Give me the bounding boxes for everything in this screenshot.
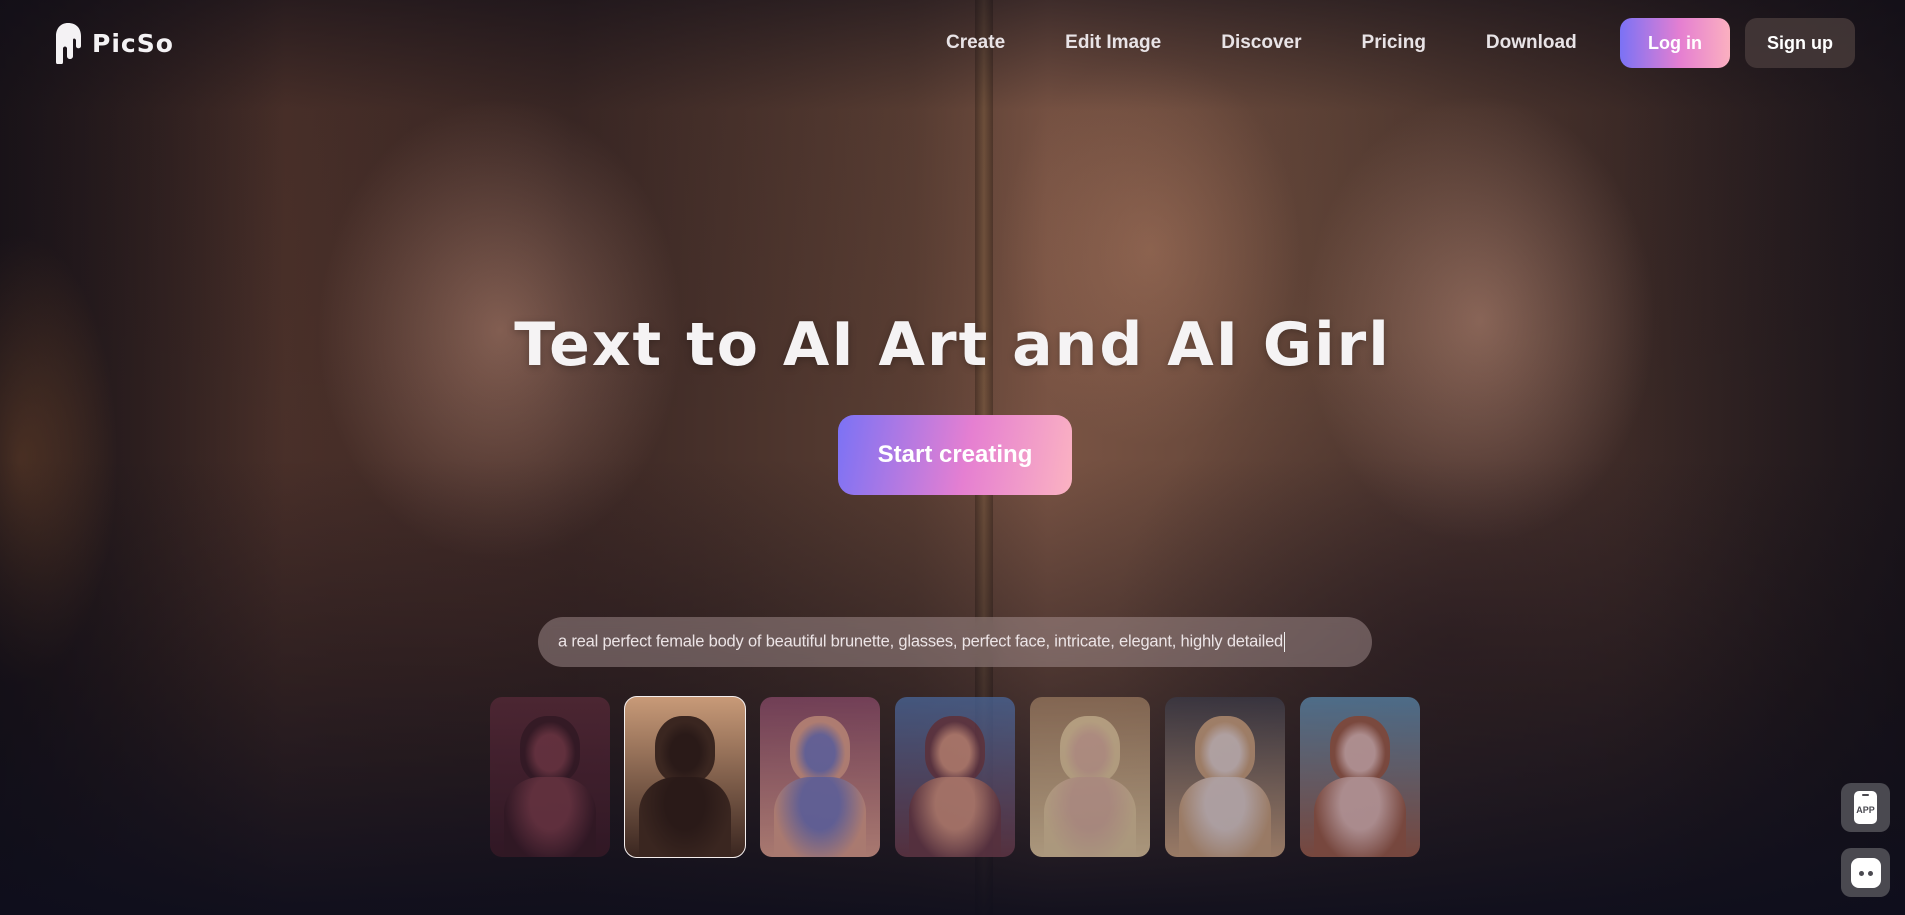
phone-app-icon: APP — [1854, 791, 1877, 824]
chat-bot-icon — [1850, 857, 1881, 888]
text-caret — [1284, 632, 1286, 652]
chat-support-button[interactable] — [1841, 848, 1890, 897]
style-thumbnail[interactable] — [1165, 697, 1285, 857]
brand-name: PicSo — [92, 28, 174, 58]
thumbnail-figure-head — [1330, 716, 1390, 784]
download-app-button[interactable]: APP — [1841, 783, 1890, 832]
style-thumbnail[interactable] — [490, 697, 610, 857]
style-thumbnail[interactable] — [895, 697, 1015, 857]
prompt-input[interactable]: a real perfect female body of beautiful … — [538, 617, 1372, 667]
thumbnail-figure-body — [909, 777, 1001, 857]
thumbnail-figure-body — [774, 777, 866, 857]
style-thumbnail[interactable] — [1030, 697, 1150, 857]
style-thumbnail[interactable] — [624, 696, 746, 858]
main-nav: Create Edit Image Discover Pricing Downl… — [946, 27, 1577, 59]
nav-edit-image[interactable]: Edit Image — [1065, 27, 1161, 59]
nav-discover[interactable]: Discover — [1221, 27, 1301, 59]
thumbnail-figure-body — [1044, 777, 1136, 857]
brand-logo[interactable]: PicSo — [54, 22, 174, 64]
prompt-value: a real perfect female body of beautiful … — [558, 632, 1284, 651]
thumbnail-figure-head — [925, 716, 985, 784]
style-thumbnail[interactable] — [760, 697, 880, 857]
hero-title: Text to AI Art and AI Girl — [514, 310, 1391, 380]
start-creating-button[interactable]: Start creating — [838, 415, 1072, 495]
nav-download[interactable]: Download — [1486, 27, 1577, 59]
prompt-text: a real perfect female body of beautiful … — [558, 632, 1286, 652]
thumbnail-figure-head — [520, 716, 580, 784]
thumbnail-figure-head — [1195, 716, 1255, 784]
app-label: APP — [1856, 804, 1875, 815]
nav-create[interactable]: Create — [946, 27, 1005, 59]
thumbnail-figure-body — [1314, 777, 1406, 857]
site-header: PicSo Create Edit Image Discover Pricing… — [0, 0, 1905, 86]
login-button[interactable]: Log in — [1620, 18, 1730, 68]
thumbnail-figure-head — [1060, 716, 1120, 784]
thumbnail-figure-body — [1179, 777, 1271, 857]
thumbnail-figure-head — [790, 716, 850, 784]
style-thumbnail[interactable] — [1300, 697, 1420, 857]
thumbnail-figure-head — [655, 716, 715, 784]
nav-pricing[interactable]: Pricing — [1362, 27, 1426, 59]
thumbnail-figure-body — [639, 777, 731, 857]
drip-logo-icon — [56, 23, 81, 64]
thumbnail-figure-body — [504, 777, 596, 857]
style-thumbnail-strip — [490, 696, 1420, 858]
signup-button[interactable]: Sign up — [1745, 18, 1855, 68]
